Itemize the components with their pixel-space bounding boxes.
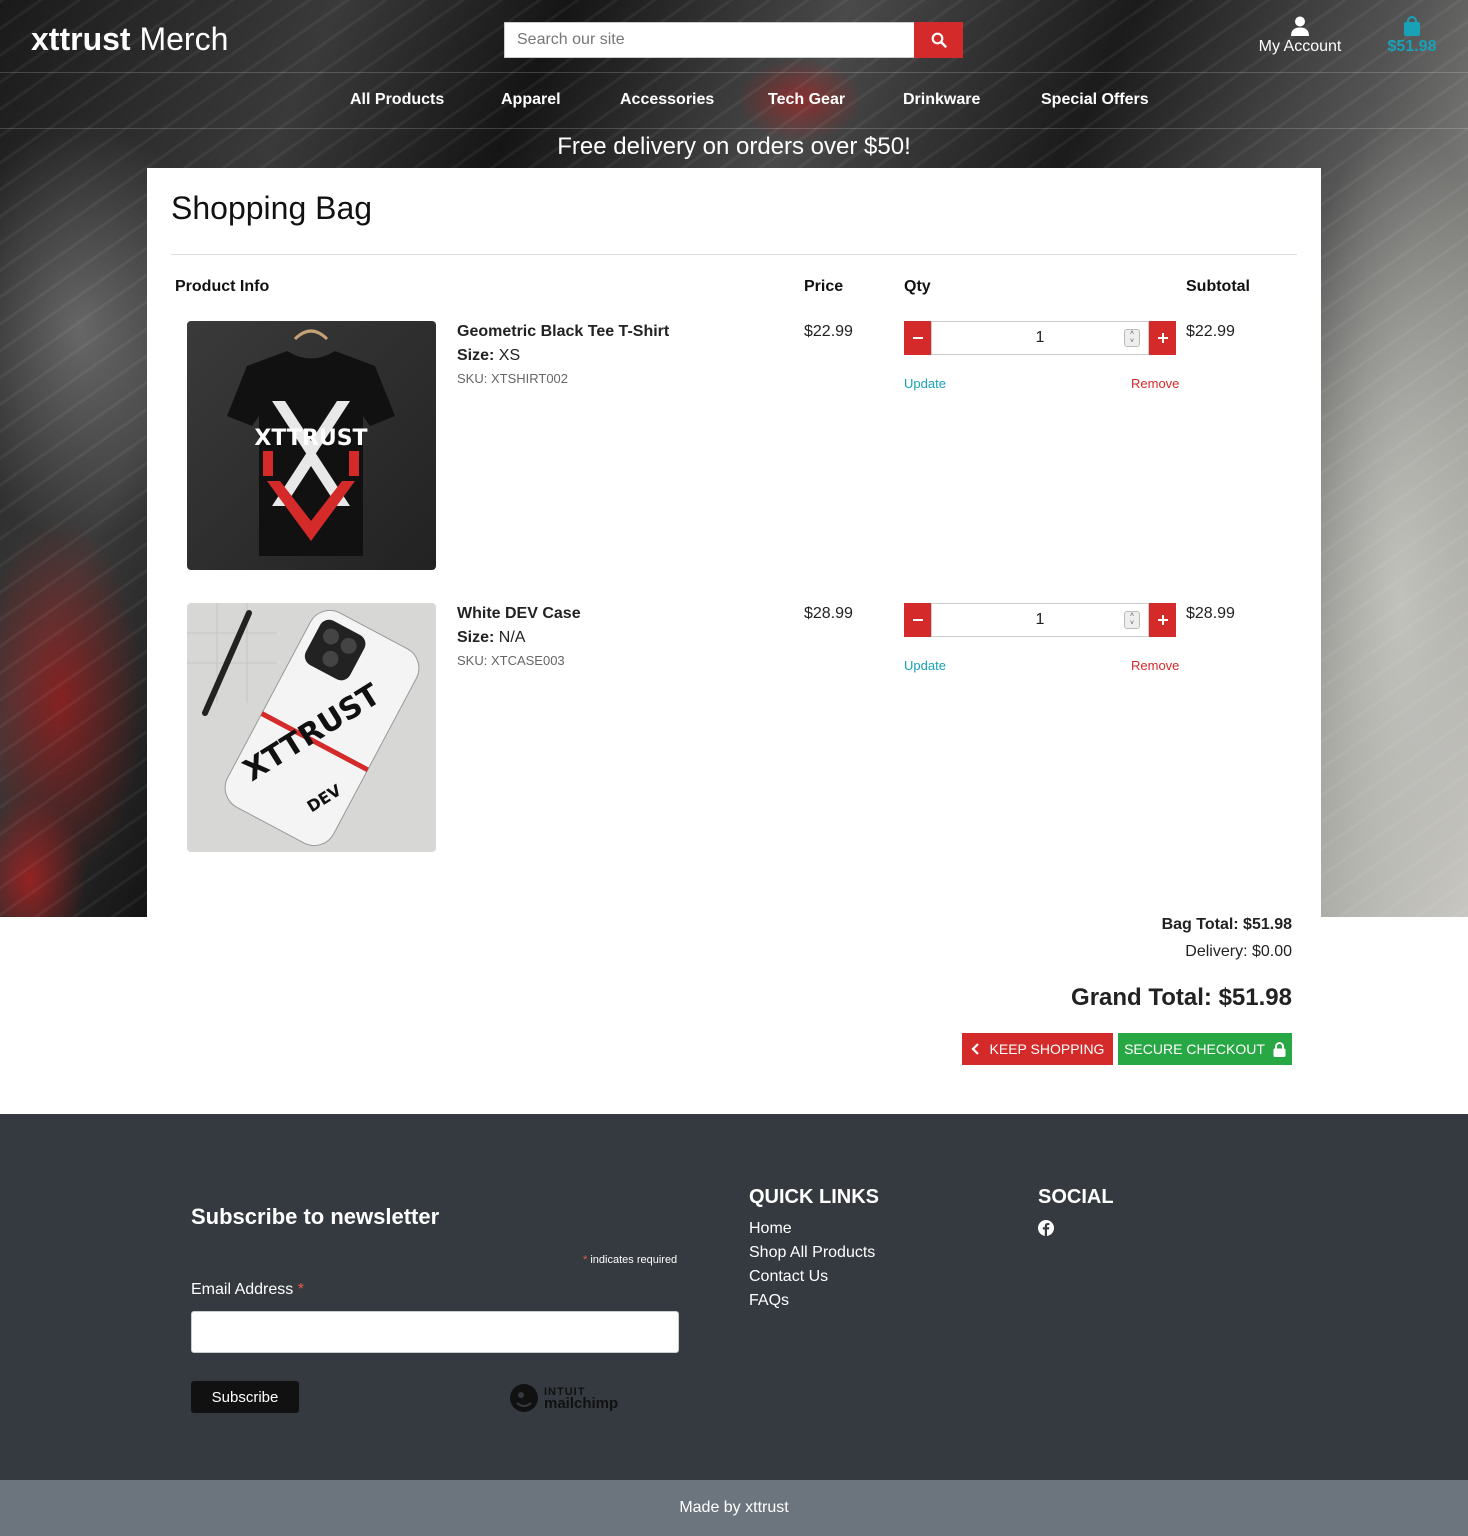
mailchimp-wordmark: INTUIT mailchimp bbox=[544, 1386, 619, 1412]
site-logo[interactable]: xttrust Merch bbox=[31, 20, 228, 58]
plus-icon bbox=[1157, 333, 1168, 343]
delivery-banner: Free delivery on orders over $50! bbox=[557, 133, 911, 160]
remove-link[interactable]: Remove bbox=[1131, 658, 1179, 673]
main-nav: All Products Apparel Accessories Tech Ge… bbox=[0, 73, 1468, 129]
quick-links-title: QUICK LINKS bbox=[749, 1186, 879, 1208]
nav-special-offers[interactable]: Special Offers bbox=[1041, 91, 1149, 109]
size-value: XS bbox=[498, 347, 521, 364]
decrement-button[interactable] bbox=[904, 603, 931, 637]
bag-item-row: XTTRUST DEV White DEV Case Size: N/A SKU… bbox=[147, 603, 1321, 855]
product-price: $22.99 bbox=[804, 323, 853, 340]
quantity-input[interactable] bbox=[931, 603, 1149, 637]
footer-link-faqs[interactable]: FAQs bbox=[749, 1292, 789, 1310]
product-size: Size: XS bbox=[457, 347, 520, 365]
search-button[interactable] bbox=[914, 22, 963, 58]
decrement-button[interactable] bbox=[904, 321, 931, 355]
footer-link-home[interactable]: Home bbox=[749, 1220, 792, 1238]
my-account-label: My Account bbox=[1258, 38, 1342, 55]
update-link[interactable]: Update bbox=[904, 376, 946, 391]
product-name[interactable]: Geometric Black Tee T-Shirt bbox=[457, 323, 669, 341]
required-note: * indicates required bbox=[583, 1254, 677, 1266]
search-input[interactable] bbox=[504, 22, 915, 58]
size-label: Size: bbox=[457, 629, 495, 646]
product-sku: SKU: XTSHIRT002 bbox=[457, 371, 569, 386]
product-name[interactable]: White DEV Case bbox=[457, 605, 581, 623]
product-image-tshirt[interactable]: XTTRUST bbox=[187, 321, 436, 570]
nav-drinkware[interactable]: Drinkware bbox=[903, 91, 980, 109]
product-size: Size: N/A bbox=[457, 629, 525, 647]
brand-bold: xttrust bbox=[31, 21, 131, 57]
shopping-bag-icon bbox=[1404, 16, 1420, 36]
my-account-link[interactable]: My Account bbox=[1248, 16, 1352, 56]
shopping-bag-link[interactable]: $51.98 bbox=[1380, 16, 1444, 56]
nav-tech-gear[interactable]: Tech Gear bbox=[768, 91, 845, 109]
social-title: SOCIAL bbox=[1038, 1186, 1114, 1208]
product-price: $28.99 bbox=[804, 605, 853, 622]
email-required-star: * bbox=[297, 1281, 304, 1298]
facebook-icon bbox=[1038, 1220, 1054, 1236]
quantity-input[interactable] bbox=[931, 321, 1149, 355]
email-label-text: Email Address bbox=[191, 1281, 294, 1298]
made-by-bar: Made by xttrust bbox=[0, 1480, 1468, 1536]
product-sku: SKU: XTCASE003 bbox=[457, 653, 565, 668]
col-header-price: Price bbox=[804, 278, 844, 295]
mailchimp-freddie-icon bbox=[510, 1384, 538, 1412]
search-icon bbox=[931, 32, 947, 48]
chevron-left-icon bbox=[970, 1043, 979, 1055]
header: xttrust Merch My Account $51.98 bbox=[0, 0, 1468, 73]
email-field[interactable] bbox=[191, 1311, 679, 1353]
mailchimp-bottom: mailchimp bbox=[544, 1395, 619, 1412]
col-header-qty: Qty bbox=[904, 278, 931, 295]
minus-icon bbox=[912, 337, 923, 339]
plus-icon bbox=[1157, 615, 1168, 625]
footer-link-contact[interactable]: Contact Us bbox=[749, 1268, 828, 1286]
secure-checkout-button[interactable]: SECURE CHECKOUT bbox=[1118, 1033, 1292, 1065]
minus-icon bbox=[912, 619, 923, 621]
newsletter-title: Subscribe to newsletter bbox=[191, 1204, 440, 1229]
bag-total-label: $51.98 bbox=[1387, 38, 1437, 55]
quantity-stepper: ˄˅ bbox=[904, 603, 1176, 637]
required-note-text: indicates required bbox=[590, 1254, 678, 1266]
lock-icon bbox=[1273, 1041, 1286, 1057]
update-link[interactable]: Update bbox=[904, 658, 946, 673]
item-subtotal: $22.99 bbox=[1186, 323, 1235, 340]
nav-accessories[interactable]: Accessories bbox=[620, 91, 714, 109]
spinner-arrows-icon[interactable]: ˄ ˅ bbox=[1124, 611, 1140, 629]
keep-shopping-button[interactable]: KEEP SHOPPING bbox=[962, 1033, 1113, 1065]
bag-total: Bag Total: $51.98 bbox=[1161, 916, 1292, 933]
footer-link-shop[interactable]: Shop All Products bbox=[749, 1244, 875, 1262]
grand-total: Grand Total: $51.98 bbox=[1071, 984, 1292, 1011]
col-header-subtotal: Subtotal bbox=[1186, 278, 1250, 295]
quantity-stepper: ˄˅ bbox=[904, 321, 1176, 355]
spinner-arrows-icon[interactable]: ˄ ˅ bbox=[1124, 329, 1140, 347]
col-header-product: Product Info bbox=[175, 278, 270, 295]
size-label: Size: bbox=[457, 347, 495, 364]
secure-checkout-label: SECURE CHECKOUT bbox=[1124, 1041, 1265, 1057]
facebook-link[interactable] bbox=[1038, 1220, 1054, 1241]
size-value: N/A bbox=[498, 629, 526, 646]
mailchimp-logo[interactable]: INTUIT mailchimp bbox=[508, 1380, 632, 1416]
tshirt-print-text: XTTRUST bbox=[254, 426, 367, 451]
subscribe-button[interactable]: Subscribe bbox=[191, 1381, 299, 1413]
page-title: Shopping Bag bbox=[171, 190, 373, 226]
product-image-phone-case[interactable]: XTTRUST DEV bbox=[187, 603, 436, 852]
shopping-bag-panel: Shopping Bag Product Info Price Qty Subt… bbox=[147, 168, 1321, 1068]
delivery-cost: Delivery: $0.00 bbox=[1185, 943, 1292, 960]
increment-button[interactable] bbox=[1149, 321, 1176, 355]
required-star: * bbox=[583, 1254, 588, 1266]
brand-rest: Merch bbox=[139, 21, 229, 57]
email-label: Email Address * bbox=[191, 1281, 304, 1299]
footer: Subscribe to newsletter * indicates requ… bbox=[0, 1114, 1468, 1480]
remove-link[interactable]: Remove bbox=[1131, 376, 1179, 391]
item-subtotal: $28.99 bbox=[1186, 605, 1235, 622]
keep-shopping-label: KEEP SHOPPING bbox=[989, 1041, 1105, 1057]
bag-item-row: XTTRUST Geometric Black Tee T-Shirt Size… bbox=[147, 321, 1321, 573]
user-icon bbox=[1291, 16, 1309, 36]
nav-all-products[interactable]: All Products bbox=[350, 91, 444, 109]
nav-apparel[interactable]: Apparel bbox=[501, 91, 561, 109]
increment-button[interactable] bbox=[1149, 603, 1176, 637]
title-divider bbox=[171, 254, 1297, 255]
